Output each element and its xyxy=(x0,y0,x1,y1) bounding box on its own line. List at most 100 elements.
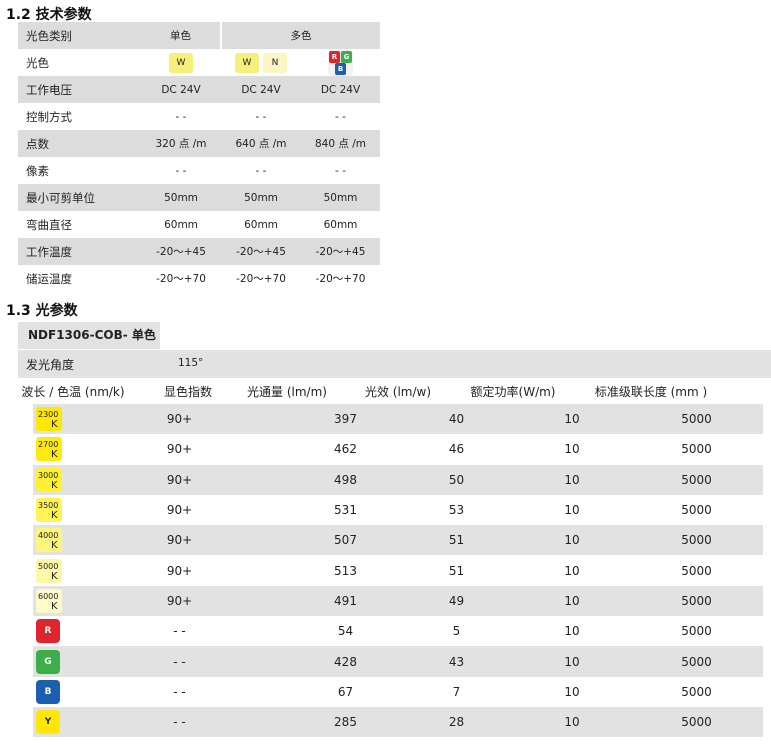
table-row: 2300 K 90+ 397 40 10 5000 xyxy=(33,404,763,435)
table-row: 3500 K 90+ 531 53 10 5000 xyxy=(33,495,763,525)
power-cell: 10 xyxy=(564,442,580,457)
cri-cell: - - xyxy=(67,646,292,677)
model-tab[interactable]: NDF1306-COB- 单色 xyxy=(18,322,160,349)
length-cell: 5000 xyxy=(630,646,763,677)
cct-unit: K xyxy=(51,449,58,461)
cell: -20～+45 xyxy=(141,238,221,265)
efficacy-cell: 7 xyxy=(452,684,461,699)
table-row: 3000 K 90+ 498 50 10 5000 xyxy=(33,464,763,495)
table-row: 光色类别 单色 多色 xyxy=(18,22,380,49)
row-label: 最小可剪单位 xyxy=(18,184,141,211)
cri-cell: 90+ xyxy=(67,525,292,556)
length-cell: 5000 xyxy=(681,442,712,457)
length-cell: 5000 xyxy=(681,624,712,639)
table-row: 弯曲直径 60mm 60mm 60mm xyxy=(18,211,380,238)
cell: 60mm xyxy=(323,218,358,231)
flux-cell: 285 xyxy=(292,706,399,738)
flux-cell: 67 xyxy=(337,684,354,699)
flux-cell: 462 xyxy=(334,442,357,457)
rgb-r: R xyxy=(329,50,340,63)
cell: -20～+45 xyxy=(301,238,380,265)
length-cell: 5000 xyxy=(630,525,763,556)
cct-swatch: 3500 K xyxy=(36,498,62,523)
cct-swatch: 4000 K xyxy=(36,528,62,553)
section-heading-light-params: 1.3 光参数 xyxy=(6,303,78,319)
table-row: 控制方式 - - - - - - xyxy=(18,103,380,130)
cri-cell: - - xyxy=(173,684,186,699)
row-label: 点数 xyxy=(18,130,141,157)
color-swatch: Y xyxy=(36,710,60,735)
row-label: 光色 xyxy=(26,55,49,70)
length-cell: 5000 xyxy=(630,464,763,495)
cct-unit: K xyxy=(51,479,58,491)
cell: DC 24V xyxy=(221,76,301,103)
cri-cell: 90+ xyxy=(166,503,193,518)
swatch-cell: 3500 K xyxy=(33,495,67,525)
cell: 320 点 /m xyxy=(141,130,221,157)
flux-cell: 54 xyxy=(337,624,354,639)
color-swatch: G xyxy=(36,649,60,674)
cell: -20～+70 xyxy=(156,273,206,285)
cct-swatch: 2700 K xyxy=(36,437,62,462)
beam-angle-label: 发光角度 xyxy=(26,358,75,372)
swatch-cell: 6000 K xyxy=(33,585,67,617)
row-label: 光色类别 xyxy=(18,22,141,49)
table-row: R - - 54 5 10 5000 xyxy=(33,616,763,646)
cct-swatch: 6000 K xyxy=(36,588,62,613)
swatch-cell: 4000 K xyxy=(33,525,67,556)
cell: -20～+70 xyxy=(236,273,286,285)
length-cell: 5000 xyxy=(630,585,763,617)
power-cell: 10 xyxy=(564,503,580,518)
length-cell: 5000 xyxy=(630,706,763,738)
table-row: G - -428 43 10 5000 xyxy=(33,646,763,677)
cell: -20～+70 xyxy=(315,273,366,285)
mono-header: 单色 xyxy=(141,22,221,49)
col-header-flux: 光通量 (lm/m) xyxy=(247,385,327,399)
cct-value: 3500 xyxy=(38,501,59,511)
cell: 60mm xyxy=(244,218,278,231)
length-cell: 5000 xyxy=(681,503,712,518)
swatch-cell: B xyxy=(33,677,67,707)
cell: -20～+45 xyxy=(221,238,301,265)
flux-cell: 498 xyxy=(292,464,399,495)
row-label: 工作温度 xyxy=(18,238,141,265)
flux-cell: 491 xyxy=(292,585,399,617)
efficacy-cell: 5 xyxy=(452,624,461,639)
power-cell: 10 xyxy=(514,706,630,738)
swatch-cell: Y xyxy=(33,706,67,738)
cri-cell: - - xyxy=(67,706,292,738)
light-params-header: 波长 / 色温 (nm/k) 显色指数 光通量 (lm/m) 光效 (lm/w)… xyxy=(18,379,771,403)
cell: - - xyxy=(175,110,187,123)
power-cell: 10 xyxy=(564,563,580,578)
cell: 840 点 /m xyxy=(301,130,380,157)
table-row: 2700 K 90+ 462 46 10 5000 xyxy=(33,434,763,464)
cct-value: 5000 xyxy=(38,561,59,571)
power-cell: 10 xyxy=(514,404,630,435)
white-light-chip: W xyxy=(169,52,193,73)
cell: DC 24V xyxy=(301,76,380,103)
cell: - - xyxy=(335,110,346,123)
power-cell: 10 xyxy=(514,585,630,617)
efficacy-cell: 40 xyxy=(399,404,514,435)
cct-unit: K xyxy=(51,540,58,552)
cct-swatch: 2300 K xyxy=(36,407,62,432)
rgb-color-cell: R G B xyxy=(301,49,380,76)
cri-cell: 90+ xyxy=(166,442,193,457)
cct-unit: K xyxy=(51,600,58,612)
row-label: 储运温度 xyxy=(26,271,72,286)
cell: - - xyxy=(255,164,267,177)
power-cell: 10 xyxy=(514,646,630,677)
table-row: 工作电压 DC 24V DC 24V DC 24V xyxy=(18,76,380,103)
flux-cell: 531 xyxy=(334,503,357,518)
swatch-cell: G xyxy=(33,646,67,677)
efficacy-cell: 28 xyxy=(399,706,514,738)
section-heading-tech-params: 1.2 技术参数 xyxy=(6,7,92,23)
white-light-chip: W xyxy=(235,52,259,73)
row-label: 像素 xyxy=(26,163,49,178)
table-row: 点数 320 点 /m 640 点 /m 840 点 /m xyxy=(18,130,380,157)
row-label: 弯曲直径 xyxy=(26,217,72,232)
cct-unit: K xyxy=(51,510,58,522)
cell: 50mm xyxy=(221,184,301,211)
beam-angle-row: 发光角度 115° xyxy=(18,350,771,378)
rgb-g: G xyxy=(341,50,352,63)
